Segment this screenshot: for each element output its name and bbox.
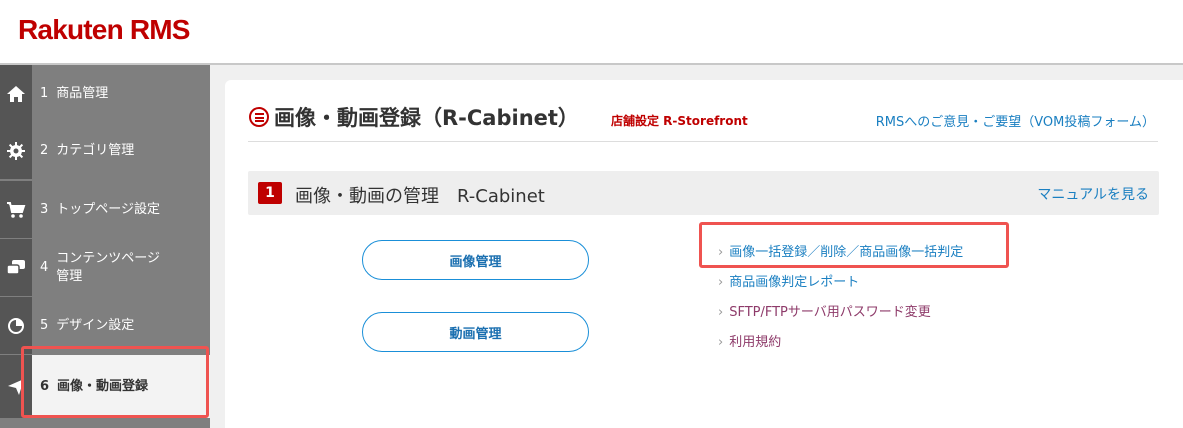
sidebar-item-label: 5 デザイン設定 [40, 317, 135, 333]
section-title: 画像・動画の管理 R-Cabinet [295, 186, 545, 207]
section-number-badge: 1 [258, 182, 282, 204]
sidebar-item-label: 2 カテゴリ管理 [40, 142, 135, 158]
link-product-image-report[interactable]: › 商品画像判定レポート [718, 271, 859, 290]
sidebar-item-top-page-settings[interactable]: 3 トップページ設定 [0, 181, 210, 238]
home-icon [0, 65, 32, 122]
divider [248, 141, 1158, 142]
sidebar-item-product-management[interactable]: 1 商品管理 [0, 65, 210, 122]
sidebar-item-label: 1 商品管理 [40, 85, 109, 101]
sidebar-item-design-settings[interactable]: 5 デザイン設定 [0, 297, 210, 354]
sidebar: 1 商品管理 2 カテゴリ管理 3 トップページ設定 4 コンテンツページ 管理 5 デザ… [0, 65, 210, 428]
sidebar-item-image-video-registration[interactable]: 6 画像・動画登録 [0, 355, 210, 418]
rakuten-rms-logo[interactable]: Rakuten RMS [18, 14, 190, 46]
gear-icon [0, 122, 32, 179]
feedback-link[interactable]: RMSへのご意見・ご要望（VOM投稿フォーム） [876, 111, 1155, 130]
sidebar-item-label: 4 コンテンツページ 管理 [40, 250, 161, 284]
header: Rakuten RMS [0, 0, 1183, 65]
pie-chart-icon [0, 297, 32, 354]
video-management-button[interactable]: 動画管理 [362, 312, 589, 352]
link-sftp-password-change[interactable]: › SFTP/FTPサーバ用パスワード変更 [718, 301, 931, 320]
sidebar-item-category-management[interactable]: 2 カテゴリ管理 [0, 122, 210, 179]
page-subtitle: 店舗設定 R-Storefront [611, 114, 748, 128]
image-management-button[interactable]: 画像管理 [362, 240, 589, 280]
page-title: 画像・動画登録（R-Cabinet） [274, 106, 579, 130]
sidebar-item-label: 6 画像・動画登録 [40, 378, 149, 394]
chat-icon [0, 239, 32, 296]
link-terms-of-use[interactable]: › 利用規約 [718, 331, 781, 350]
list-icon [249, 107, 269, 127]
chevron-right-icon: › [718, 305, 724, 320]
chevron-right-icon: › [718, 245, 724, 260]
manual-link[interactable]: マニュアルを見る [1037, 184, 1149, 204]
send-icon [0, 355, 32, 418]
chevron-right-icon: › [718, 275, 724, 290]
sidebar-item-content-page-management[interactable]: 4 コンテンツページ 管理 [0, 239, 210, 296]
sidebar-item-label: 3 トップページ設定 [40, 201, 161, 217]
chevron-right-icon: › [718, 335, 724, 350]
link-bulk-image-registration[interactable]: › 画像一括登録／削除／商品画像一括判定 [718, 241, 963, 260]
cart-icon [0, 181, 32, 238]
